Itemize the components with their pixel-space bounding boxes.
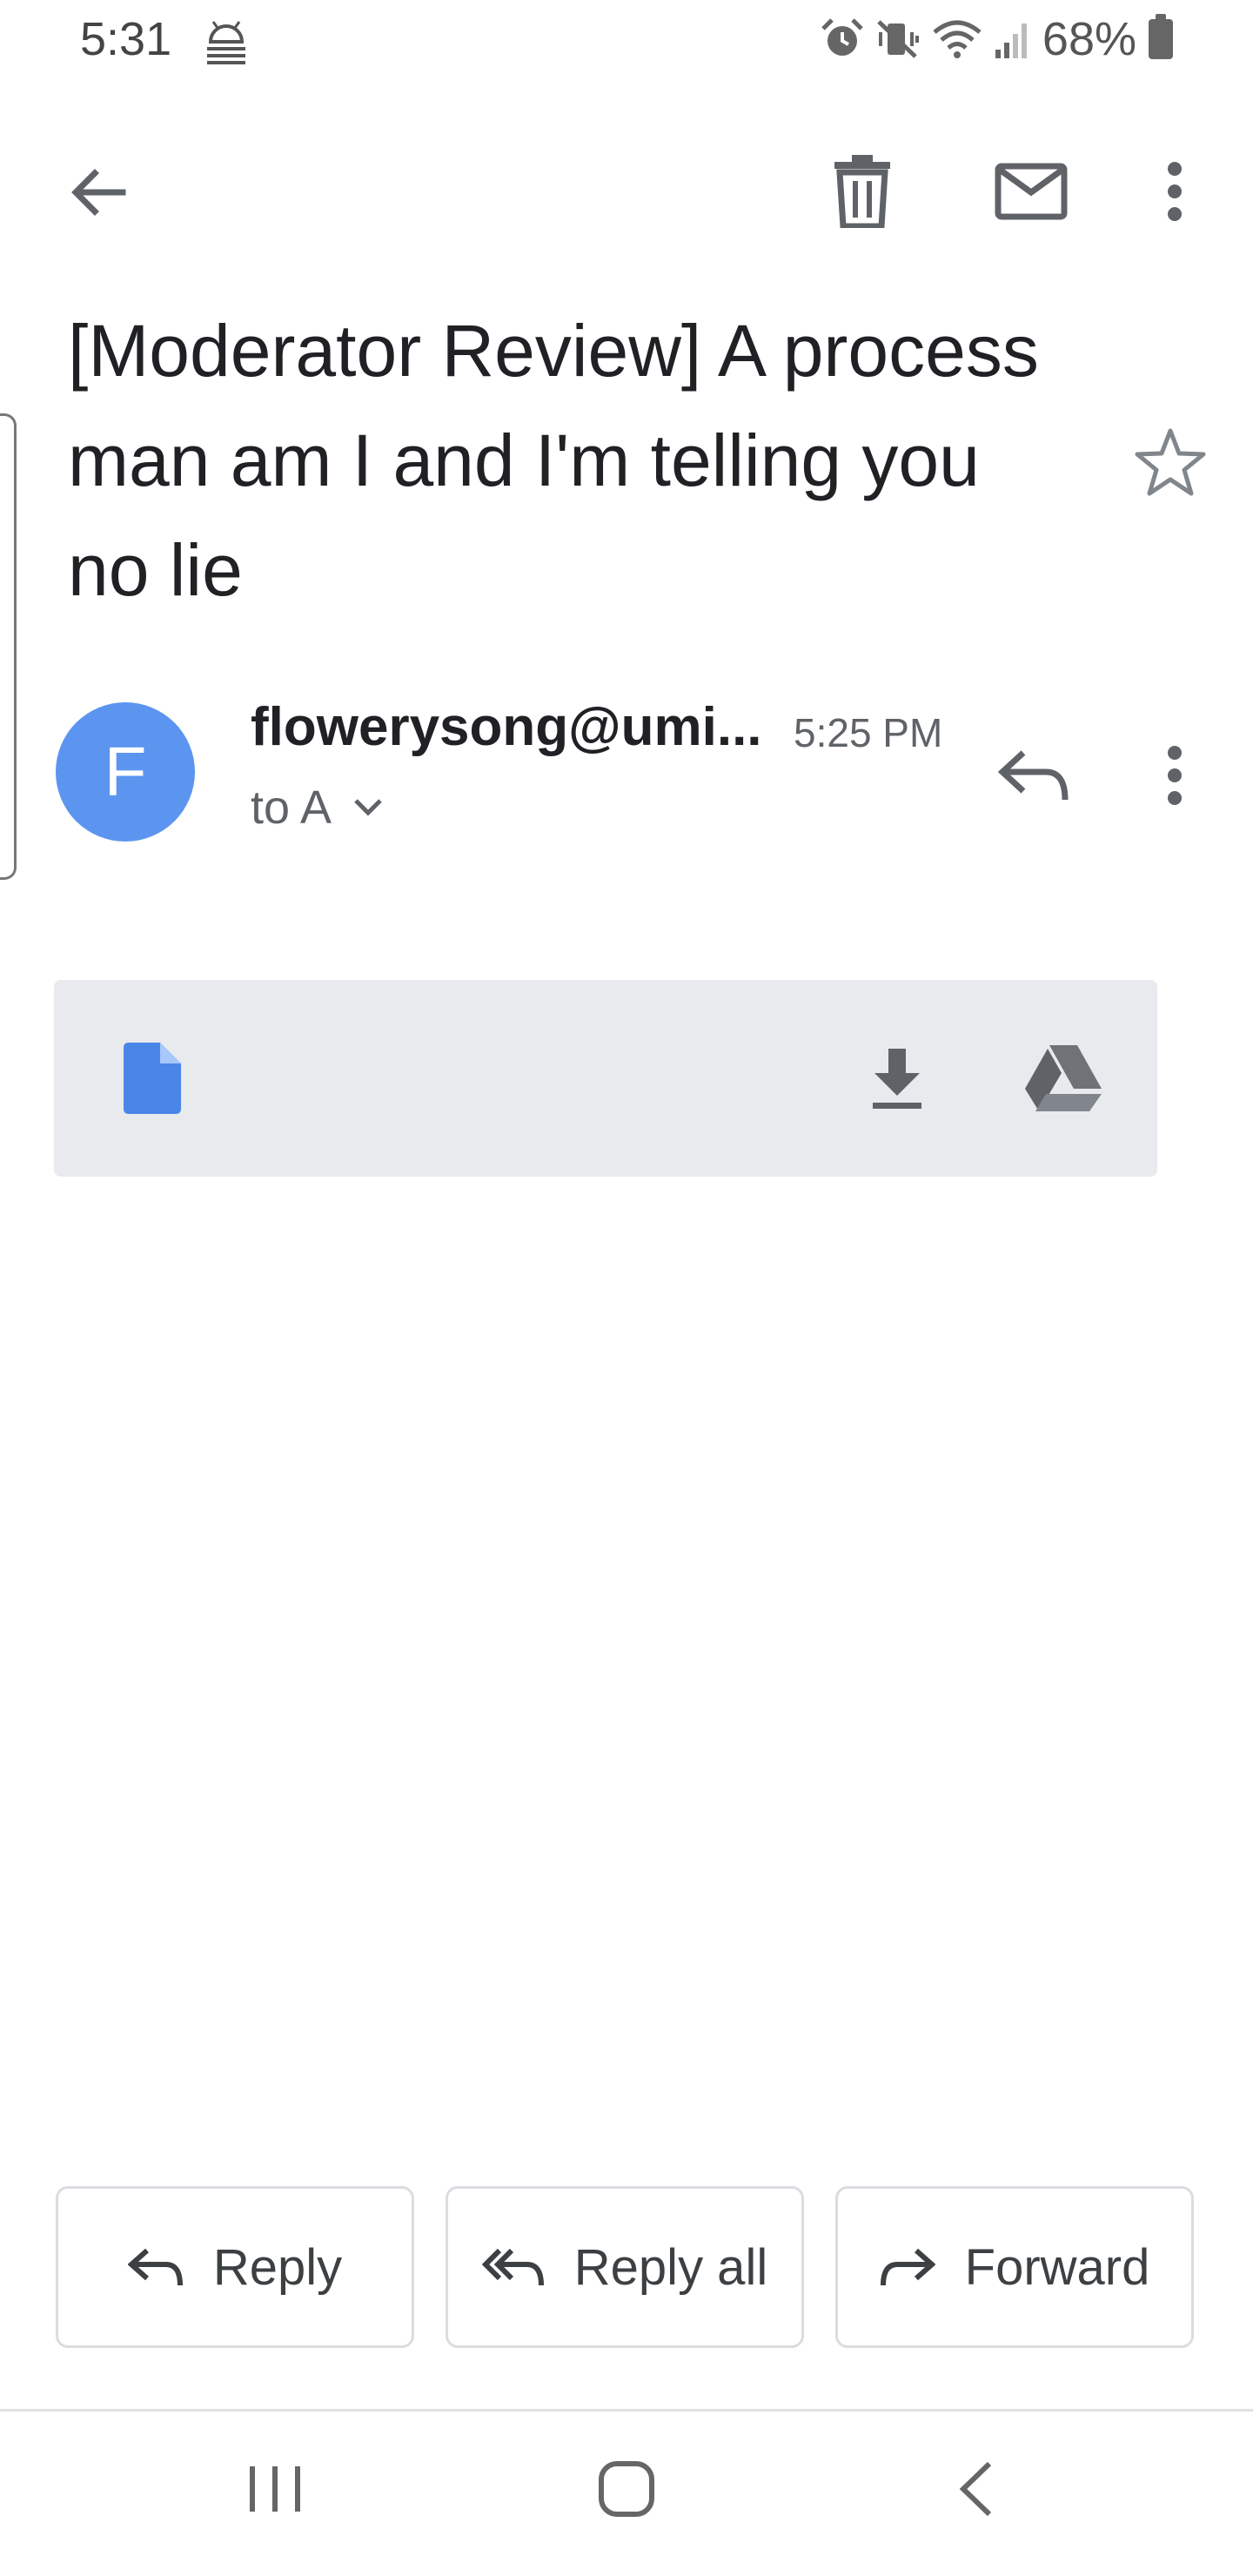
wifi-icon [933,20,982,58]
download-icon [873,1049,921,1109]
more-vert-icon [1168,746,1182,805]
reply-label: Reply [212,2238,343,2296]
chevron-left-icon [959,2461,992,2517]
email-time: 5:25 PM [794,710,943,755]
forward-button[interactable]: Forward [835,2186,1194,2348]
mark-unread-button[interactable] [983,139,1079,244]
status-time: 5:31 [80,13,172,65]
recent-apps-icon [250,2466,300,2512]
battery-percent: 68% [1042,13,1136,65]
more-vert-icon [1168,162,1182,221]
arrow-back-icon [71,169,126,216]
reply-button[interactable]: Reply [56,2186,414,2348]
home-button[interactable] [539,2437,714,2541]
battery-icon [1149,14,1173,59]
forward-icon [880,2248,935,2286]
download-button[interactable] [849,1030,945,1126]
reply-icon-button[interactable] [982,728,1086,823]
email-subject: [Moderator Review] A process man am I an… [68,310,1039,611]
reply-all-label: Reply all [573,2238,768,2296]
forward-label: Forward [964,2238,1150,2296]
reply-all-button[interactable]: Reply all [446,2186,804,2348]
status-right-group: 68% [820,12,1173,66]
reply-all-icon [481,2248,544,2286]
nav-divider [0,2409,1253,2412]
star-icon [1135,428,1206,496]
alarm-icon [821,18,863,56]
reply-icon [127,2248,183,2286]
trash-icon [834,155,890,228]
back-button[interactable] [50,144,146,240]
sender-name: flowerysong@umi... [251,697,762,757]
more-options-button[interactable] [1149,139,1201,244]
attachment-card[interactable] [54,980,1157,1177]
recipients-toggle[interactable]: to A [251,781,384,835]
mail-icon [995,163,1068,220]
file-icon [124,1043,181,1118]
status-bar: 5:31 68% [0,0,1253,87]
vibrate-mute-icon [877,20,919,58]
chevron-down-icon [354,799,382,816]
signal-icon [995,23,1027,58]
drive-icon [1025,1045,1102,1111]
avatar[interactable]: F [56,702,195,842]
recipients-label: to A [251,782,332,834]
reply-icon [997,750,1069,801]
home-icon [599,2461,654,2517]
save-to-drive-button[interactable] [1011,1030,1116,1126]
delete-button[interactable] [814,139,910,244]
message-more-button[interactable] [1149,728,1201,823]
system-back-button[interactable] [889,2437,1063,2541]
drawer-handle[interactable] [0,413,17,880]
recent-apps-button[interactable] [188,2437,362,2541]
android-debug-icon [202,19,251,70]
star-button[interactable] [1122,414,1218,510]
